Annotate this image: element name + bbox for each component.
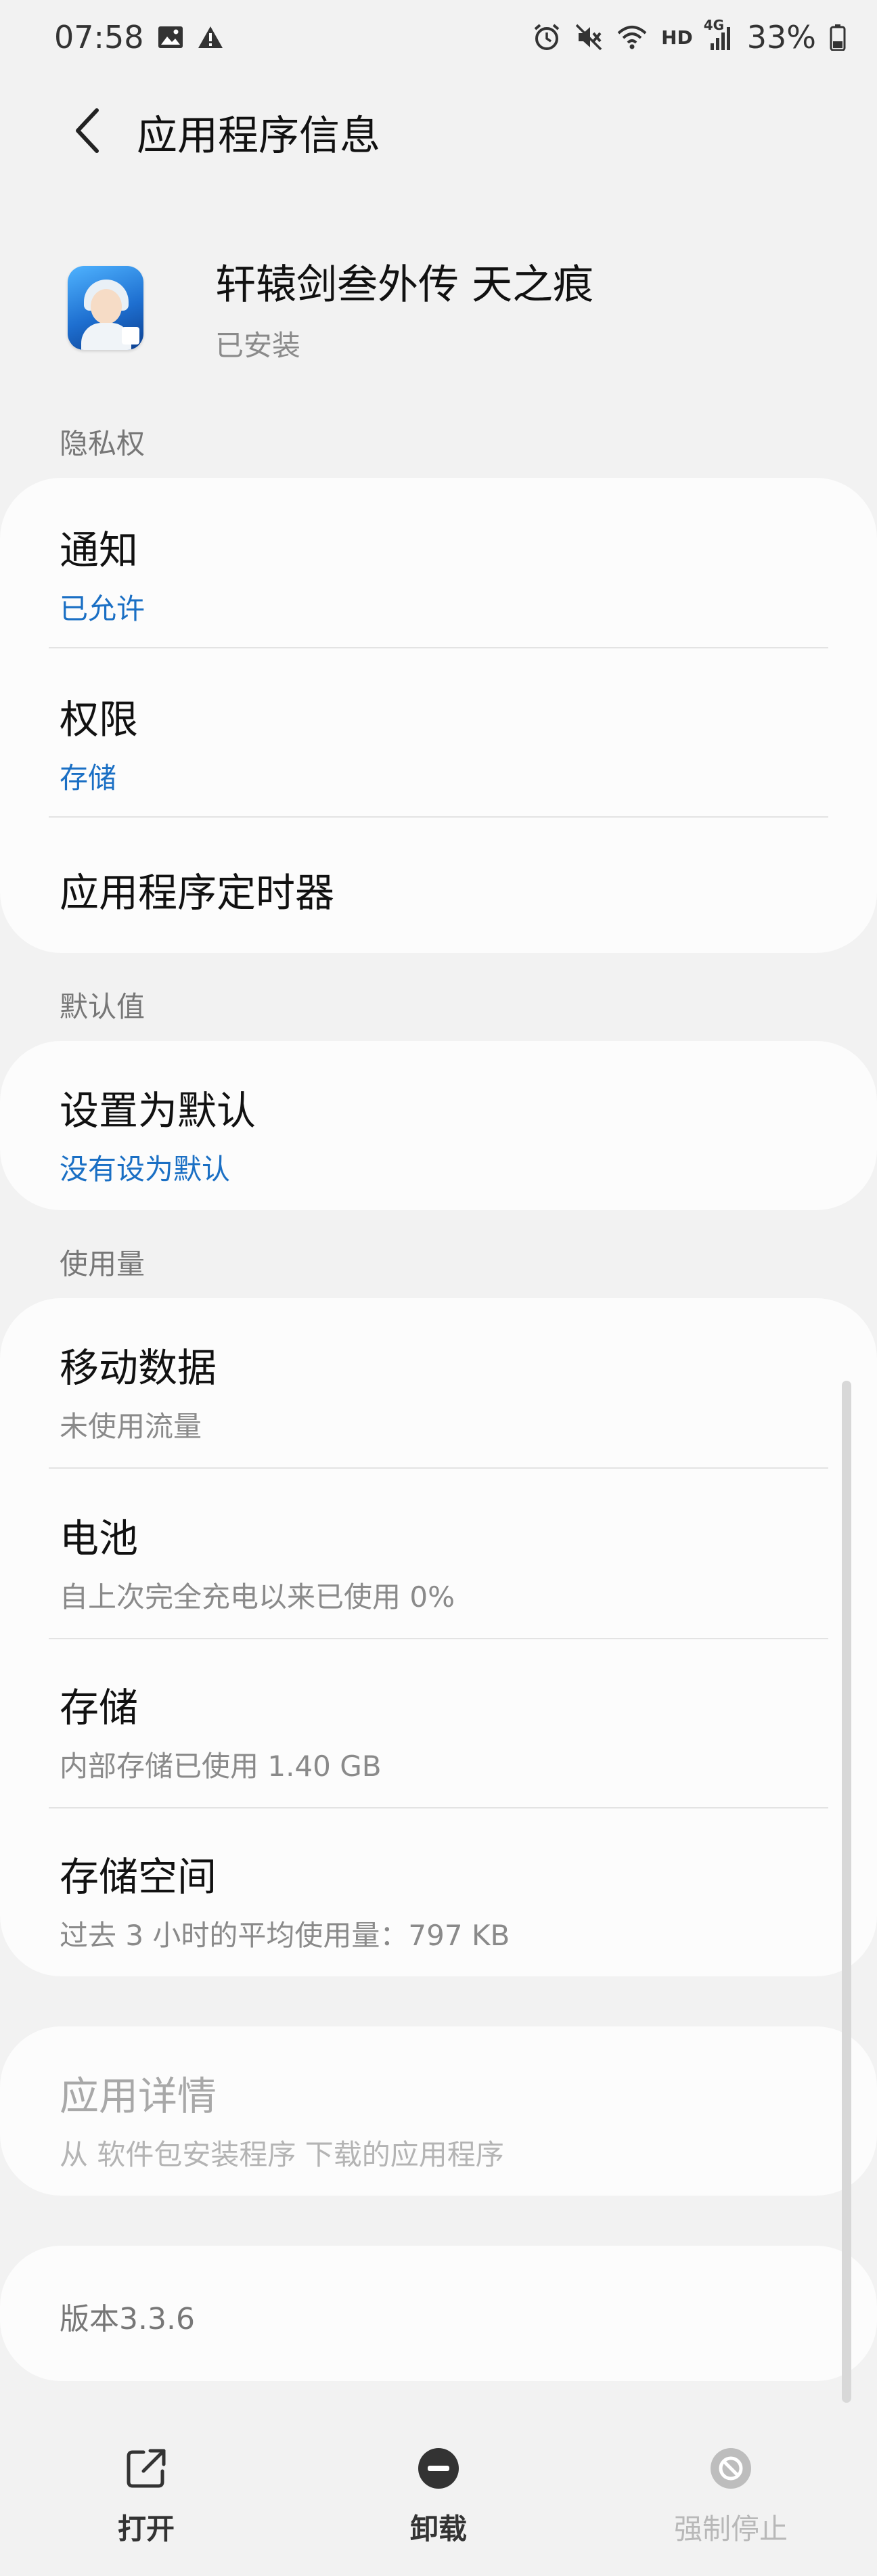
external-link-icon xyxy=(123,2445,169,2491)
battery-item[interactable]: 电池 自上次完全充电以来已使用 0% xyxy=(60,1507,823,1616)
page-title: 应用程序信息 xyxy=(137,112,380,160)
mobile-data-title: 移动数据 xyxy=(60,1345,217,1391)
wifi-icon xyxy=(616,21,648,53)
app-install-status: 已安装 xyxy=(215,329,301,362)
section-defaults: 默认值 xyxy=(60,990,145,1023)
divider xyxy=(49,816,828,818)
set-default-item[interactable]: 设置为默认 没有设为默认 xyxy=(60,1079,823,1188)
storage-title: 存储 xyxy=(60,1685,139,1731)
mobile-data-item[interactable]: 移动数据 未使用流量 xyxy=(60,1336,823,1445)
uninstall-label: 卸载 xyxy=(409,2512,467,2546)
app-details-source: 从 软件包安装程序 下载的应用程序 xyxy=(60,2138,504,2171)
uninstall-button[interactable]: 卸载 xyxy=(337,2445,540,2548)
divider xyxy=(49,647,828,648)
privacy-card: 通知 已允许 权限 存储 应用程序定时器 xyxy=(0,478,877,953)
storage-value: 内部存储已使用 1.40 GB xyxy=(60,1750,382,1783)
section-privacy: 隐私权 xyxy=(60,427,145,460)
gallery-icon xyxy=(158,21,183,53)
status-bar: 07:58 HD 4G 33% xyxy=(0,0,877,74)
mute-icon xyxy=(575,21,603,53)
notification-title: 通知 xyxy=(60,527,139,573)
memory-item[interactable]: 存储空间 过去 3 小时的平均使用量：797 KB xyxy=(60,1845,823,1954)
network-type-label: 4G xyxy=(703,17,725,33)
open-label: 打开 xyxy=(117,2512,175,2546)
app-details-card: 应用详情 从 软件包安装程序 下载的应用程序 xyxy=(0,2026,877,2196)
open-button[interactable]: 打开 xyxy=(45,2445,248,2548)
storage-item[interactable]: 存储 内部存储已使用 1.40 GB xyxy=(60,1676,823,1785)
force-stop-button: 强制停止 xyxy=(629,2445,832,2548)
alarm-icon xyxy=(533,21,561,53)
app-details-title: 应用详情 xyxy=(60,2073,217,2119)
battery-percent: 33% xyxy=(746,19,816,55)
app-timer-title: 应用程序定时器 xyxy=(60,870,335,916)
app-header: 轩辕剑叁外传 天之痕 已安装 xyxy=(0,250,877,365)
permissions-title: 权限 xyxy=(60,696,139,742)
section-usage: 使用量 xyxy=(60,1247,145,1281)
app-name: 轩辕剑叁外传 天之痕 xyxy=(215,261,594,309)
battery-value: 自上次完全充电以来已使用 0% xyxy=(60,1580,455,1614)
minus-circle-icon xyxy=(415,2445,462,2491)
divider xyxy=(49,1638,828,1639)
chevron-left-icon xyxy=(71,106,102,158)
app-details-item: 应用详情 从 软件包安装程序 下载的应用程序 xyxy=(60,2064,823,2173)
status-time: 07:58 xyxy=(54,19,144,55)
memory-title: 存储空间 xyxy=(60,1854,217,1900)
set-default-status: 没有设为默认 xyxy=(60,1153,231,1186)
bottom-action-bar: 打开 卸载 强制停止 xyxy=(0,2416,877,2576)
app-bar: 应用程序信息 xyxy=(0,88,877,176)
divider xyxy=(49,1467,828,1469)
mobile-data-value: 未使用流量 xyxy=(60,1410,202,1443)
notification-status: 已允许 xyxy=(60,592,145,625)
app-timer-item[interactable]: 应用程序定时器 xyxy=(60,861,823,918)
hd-label: HD xyxy=(661,26,693,49)
version-card: 版本3.3.6 xyxy=(0,2246,877,2381)
memory-value: 过去 3 小时的平均使用量：797 KB xyxy=(60,1919,510,1952)
divider xyxy=(49,1807,828,1808)
back-button[interactable] xyxy=(46,91,127,173)
scrollbar[interactable] xyxy=(842,1381,851,2403)
battery-title: 电池 xyxy=(60,1515,139,1561)
warning-icon xyxy=(197,21,224,53)
version-text: 版本3.3.6 xyxy=(60,2302,195,2336)
defaults-card: 设置为默认 没有设为默认 xyxy=(0,1041,877,1210)
notification-item[interactable]: 通知 已允许 xyxy=(60,518,823,627)
app-icon xyxy=(68,266,143,350)
permissions-value: 存储 xyxy=(60,761,117,795)
usage-card: 移动数据 未使用流量 电池 自上次完全充电以来已使用 0% 存储 内部存储已使用… xyxy=(0,1298,877,1976)
force-stop-label: 强制停止 xyxy=(673,2512,788,2546)
battery-icon xyxy=(830,21,846,53)
permissions-item[interactable]: 权限 存储 xyxy=(60,688,823,797)
set-default-title: 设置为默认 xyxy=(60,1088,256,1134)
signal-icon: 4G xyxy=(704,17,734,53)
block-circle-icon xyxy=(708,2445,754,2491)
